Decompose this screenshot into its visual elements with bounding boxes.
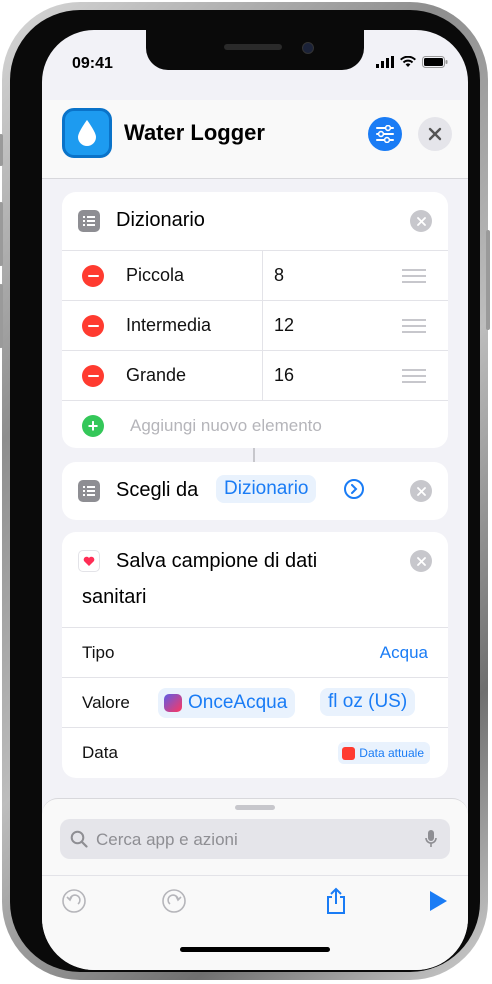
choose-from-action-card: Scegli da Dizionario [62, 462, 448, 520]
chevron-right-icon[interactable] [344, 479, 364, 499]
reorder-handle-icon[interactable] [402, 269, 426, 287]
volume-up-button [0, 202, 3, 266]
run-button[interactable] [424, 887, 452, 915]
search-icon [70, 830, 88, 848]
share-icon [327, 887, 345, 914]
remove-item-button[interactable] [82, 265, 104, 287]
action-connector [253, 448, 255, 462]
item-key[interactable]: Grande [126, 365, 186, 386]
screen: 09:41 Water Logger Dizionario Piccola 8 … [42, 30, 468, 970]
mute-switch [0, 134, 3, 166]
item-value[interactable]: 16 [274, 365, 294, 386]
value-label: Valore [82, 693, 130, 712]
speaker [224, 44, 282, 50]
remove-action-button[interactable] [410, 480, 432, 502]
power-button [486, 230, 490, 330]
remove-item-button[interactable] [82, 365, 104, 387]
microphone-icon[interactable] [424, 829, 438, 849]
toolbar-divider [42, 875, 468, 876]
item-key[interactable]: Piccola [126, 265, 184, 286]
type-value-link[interactable]: Acqua [380, 643, 428, 663]
remove-item-button[interactable] [82, 315, 104, 337]
choose-from-label: Scegli da [116, 479, 199, 501]
calendar-icon [342, 746, 356, 760]
remove-action-button[interactable] [410, 210, 432, 232]
cellular-signal-icon [376, 56, 394, 68]
reorder-handle-icon[interactable] [402, 369, 426, 387]
sliders-icon [376, 125, 394, 143]
bezel: 09:41 Water Logger Dizionario Piccola 8 … [10, 10, 480, 972]
column-divider [262, 351, 263, 401]
status-icons [376, 56, 448, 68]
notch [146, 30, 364, 70]
unit-token[interactable]: fl oz (US) [320, 688, 416, 716]
once-acqua-variable-token[interactable]: OnceAcqua [158, 688, 296, 718]
item-value[interactable]: 12 [274, 315, 294, 336]
close-button[interactable] [418, 117, 452, 151]
value-row: Valore OnceAcqua fl oz (US) [62, 677, 448, 728]
undo-button[interactable] [60, 887, 88, 915]
action-search-sheet: Cerca app e azioni [42, 798, 468, 970]
redo-icon [162, 889, 186, 913]
close-icon [428, 127, 442, 141]
shortcuts-app-icon [164, 694, 182, 712]
health-action-title-line2: sanitari [82, 586, 147, 608]
minus-icon [87, 275, 99, 277]
close-icon [416, 486, 426, 496]
dictionary-title: Dizionario [116, 209, 205, 231]
play-icon [430, 891, 447, 911]
home-indicator[interactable] [180, 947, 330, 952]
log-health-sample-action-card: Salva campione di dati sanitari Tipo Acq… [62, 532, 448, 778]
minus-icon [87, 375, 99, 377]
sheet-grabber[interactable] [235, 805, 275, 810]
type-row: Tipo Acqua [62, 627, 448, 678]
dictionary-row: Piccola 8 [62, 250, 448, 301]
remove-action-button[interactable] [410, 550, 432, 572]
volume-down-button [0, 284, 3, 348]
search-field[interactable]: Cerca app e azioni [60, 819, 450, 859]
water-drop-icon[interactable] [62, 108, 112, 158]
item-key[interactable]: Intermedia [126, 315, 211, 336]
add-item-placeholder[interactable]: Aggiungi nuovo elemento [130, 416, 322, 436]
search-placeholder: Cerca app e azioni [96, 830, 238, 849]
dictionary-row: Intermedia 12 [62, 300, 448, 351]
current-date-label: Data attuale [359, 746, 424, 760]
list-icon [78, 480, 100, 502]
dictionary-variable-token[interactable]: Dizionario [216, 475, 317, 503]
wifi-icon [400, 56, 416, 67]
health-action-title-line1: Salva campione di dati [116, 550, 318, 572]
phone-frame: 09:41 Water Logger Dizionario Piccola 8 … [0, 2, 490, 980]
date-row: Data Data attuale [62, 727, 448, 778]
health-heart-icon [78, 550, 100, 572]
add-item-button[interactable]: + [82, 415, 104, 437]
status-time: 09:41 [72, 55, 113, 72]
dictionary-action-card: Dizionario Piccola 8 Intermedia 12 Grand… [62, 192, 448, 448]
reorder-handle-icon[interactable] [402, 319, 426, 337]
type-label: Tipo [82, 643, 115, 662]
plus-icon: + [87, 416, 99, 436]
shortcut-header: Water Logger [42, 100, 468, 179]
date-label: Data [82, 743, 118, 762]
front-camera [302, 42, 314, 54]
share-button[interactable] [322, 885, 350, 917]
undo-icon [62, 889, 86, 913]
redo-button[interactable] [160, 887, 188, 915]
current-date-token[interactable]: Data attuale [338, 742, 430, 764]
dictionary-card-header: Dizionario [62, 192, 448, 250]
dictionary-row: Grande 16 [62, 350, 448, 401]
list-icon [78, 210, 100, 232]
minus-icon [87, 325, 99, 327]
close-icon [416, 216, 426, 226]
settings-button[interactable] [368, 117, 402, 151]
variable-name: OnceAcqua [188, 692, 288, 713]
column-divider [262, 301, 263, 351]
close-icon [416, 556, 426, 566]
add-item-row[interactable]: + Aggiungi nuovo elemento [62, 400, 448, 448]
shortcut-title[interactable]: Water Logger [124, 120, 265, 146]
column-divider [262, 251, 263, 301]
battery-icon [422, 56, 448, 68]
item-value[interactable]: 8 [274, 265, 284, 286]
